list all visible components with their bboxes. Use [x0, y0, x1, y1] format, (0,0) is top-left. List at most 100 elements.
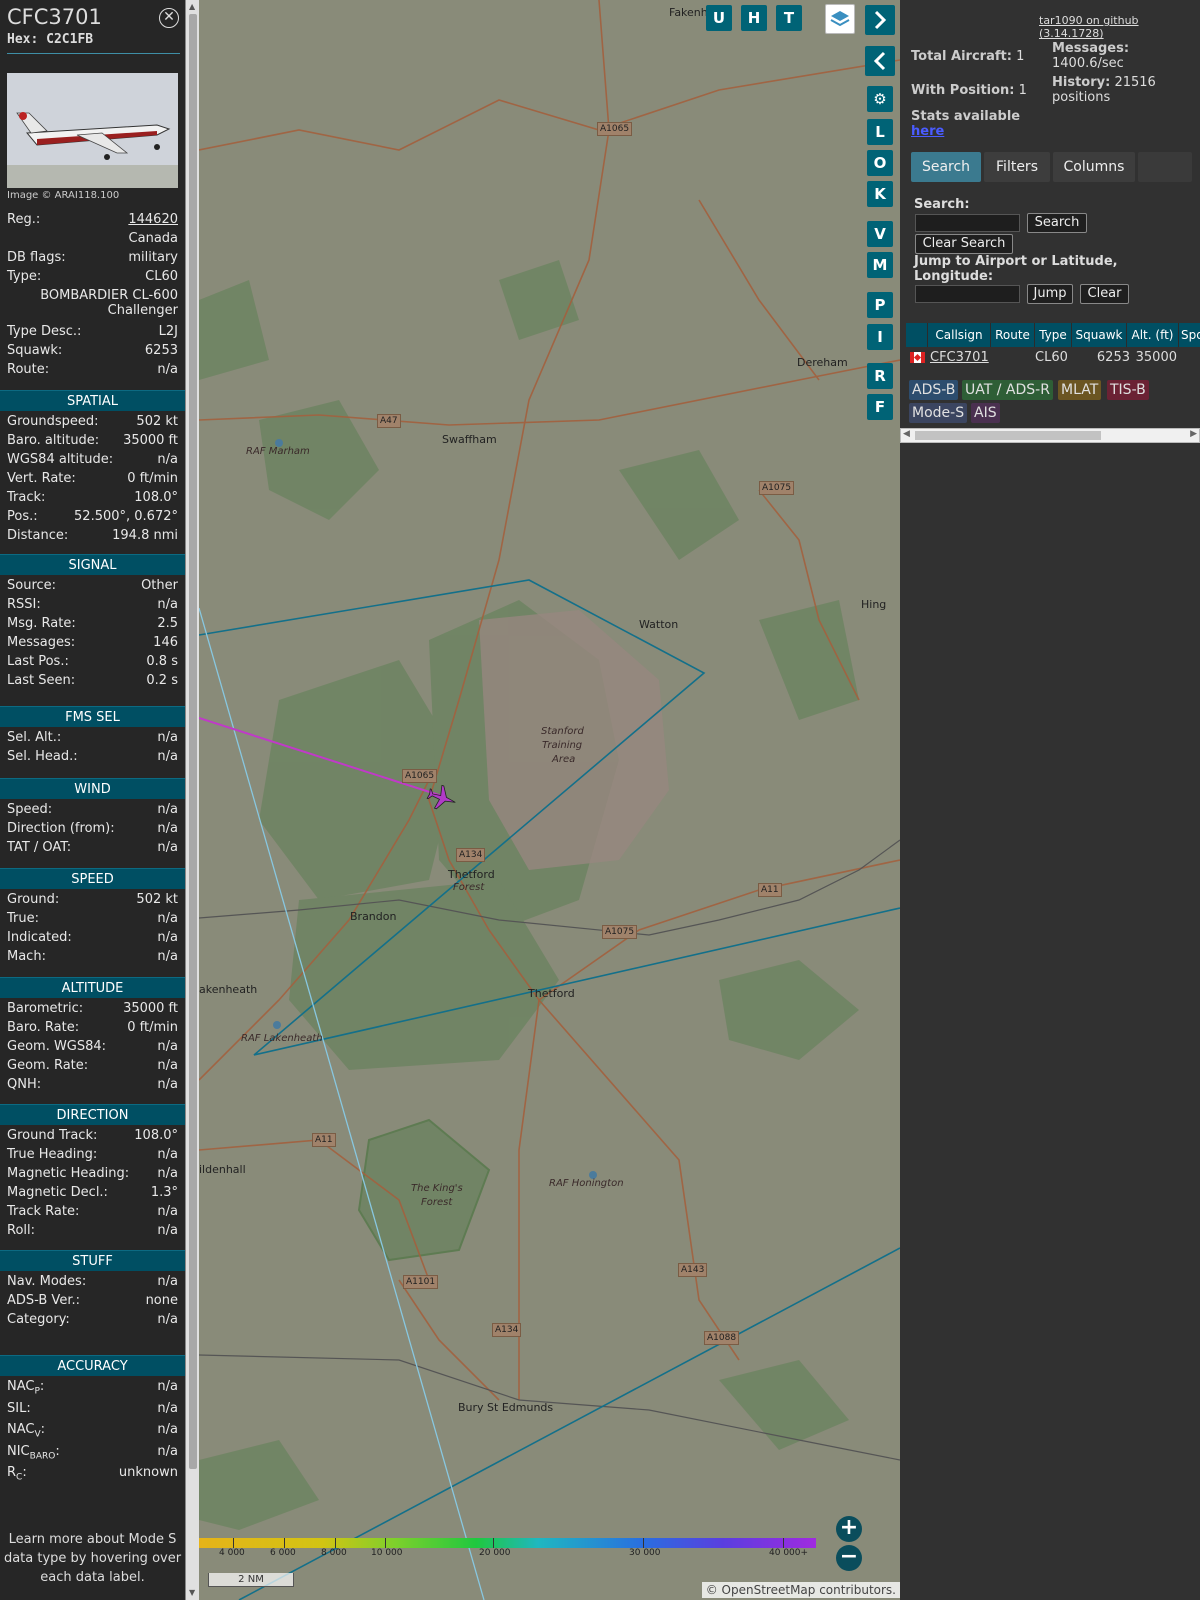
- column-header-route[interactable]: Route: [991, 323, 1035, 347]
- left-panel-scrollbar[interactable]: ▲ ▼: [185, 0, 199, 1600]
- scrollbar-thumb[interactable]: [189, 14, 197, 1469]
- section-header-signal[interactable]: SIGNAL: [0, 554, 185, 575]
- map-button-i[interactable]: I: [867, 324, 893, 350]
- row-squawk: 6253: [1096, 350, 1130, 365]
- gear-icon[interactable]: ⚙: [867, 86, 893, 112]
- learn-more-text: Learn more about Mode S data type by hov…: [3, 1532, 182, 1585]
- info-value: 1.3°: [150, 1185, 178, 1200]
- map-button-r[interactable]: R: [867, 363, 893, 389]
- info-row: Ground: 502 kt: [7, 892, 178, 911]
- source-badge-tis-b[interactable]: TIS-B: [1107, 380, 1149, 400]
- map-road-label: A1088: [704, 1331, 740, 1345]
- section-header-direction[interactable]: DIRECTION: [0, 1104, 185, 1125]
- layers-icon[interactable]: [825, 4, 855, 34]
- scroll-up-icon[interactable]: ▲: [189, 2, 195, 11]
- map-button-p[interactable]: P: [867, 292, 893, 318]
- scroll-down-icon[interactable]: ▼: [189, 1588, 195, 1597]
- map-button-o[interactable]: O: [867, 150, 893, 176]
- tab-search[interactable]: Search: [911, 152, 981, 182]
- section-header-stuff[interactable]: STUFF: [0, 1250, 185, 1271]
- map-place-label: Stanford: [541, 726, 584, 737]
- map-place-label: Brandon: [350, 910, 397, 923]
- map-button-u[interactable]: U: [706, 5, 732, 31]
- info-label: Direction (from):: [7, 821, 115, 836]
- tab-filters[interactable]: Filters: [984, 152, 1050, 182]
- map-button-v[interactable]: V: [867, 221, 893, 247]
- column-header-squawk[interactable]: Squawk: [1072, 323, 1127, 347]
- info-row: Nav. Modes: n/a: [7, 1274, 178, 1293]
- info-value: n/a: [157, 749, 178, 764]
- info-row: Source: Other: [7, 578, 178, 597]
- source-badge-ais[interactable]: AIS: [971, 403, 1000, 423]
- clear-search-button[interactable]: Clear Search: [915, 234, 1013, 254]
- map-place-label: RAF Marham: [246, 446, 310, 457]
- column-header-flag[interactable]: [906, 323, 928, 347]
- map-button-h[interactable]: H: [741, 5, 767, 31]
- collapse-left-icon[interactable]: [865, 46, 895, 76]
- column-header-callsign[interactable]: Callsign: [928, 323, 991, 347]
- map-button-l[interactable]: L: [867, 119, 893, 145]
- column-header-type[interactable]: Type: [1035, 323, 1072, 347]
- info-label: QNH:: [7, 1077, 42, 1092]
- info-value: n/a: [157, 802, 178, 817]
- scroll-right-icon[interactable]: ▶: [1190, 429, 1197, 439]
- map-place-label: Swaffham: [442, 433, 497, 446]
- info-value: n/a: [157, 1077, 178, 1092]
- scrollbar-thumb[interactable]: [915, 431, 1101, 440]
- table-horizontal-scrollbar[interactable]: ◀ ▶: [900, 428, 1200, 443]
- github-link[interactable]: tar1090 on github (3.14.1728): [1039, 14, 1200, 40]
- section-header-altitude[interactable]: ALTITUDE: [0, 977, 185, 998]
- expand-right-icon[interactable]: [865, 5, 895, 35]
- info-value: n/a: [157, 1147, 178, 1162]
- info-row: Baro. Rate: 0 ft/min: [7, 1020, 178, 1039]
- map-button-f[interactable]: F: [867, 394, 893, 420]
- row-callsign[interactable]: CFC3701: [930, 350, 989, 366]
- stats-link[interactable]: here: [911, 124, 944, 139]
- map-button-k[interactable]: K: [867, 181, 893, 207]
- column-header-speed[interactable]: Spd: [1179, 323, 1200, 347]
- search-button[interactable]: Search: [1027, 213, 1087, 233]
- section-header-fms[interactable]: FMS SEL: [0, 706, 185, 727]
- source-badge-ads-b[interactable]: ADS-B: [909, 380, 959, 400]
- clear-button[interactable]: Clear: [1080, 284, 1129, 304]
- section-header-accuracy[interactable]: ACCURACY: [0, 1355, 185, 1376]
- column-header-altitude[interactable]: Alt. (ft): [1127, 323, 1179, 347]
- section-header-wind[interactable]: WIND: [0, 778, 185, 799]
- info-value: 0 ft/min: [127, 1020, 178, 1035]
- jump-input[interactable]: [915, 285, 1020, 303]
- map-place-label: Forest: [453, 882, 485, 893]
- map-road-label: A1065: [597, 122, 633, 136]
- tab-columns[interactable]: Columns: [1053, 152, 1135, 182]
- info-value: 52.500°, 0.672°: [74, 509, 178, 524]
- info-value[interactable]: 144620: [128, 212, 178, 227]
- info-label: Geom. Rate:: [7, 1058, 89, 1073]
- search-input[interactable]: [915, 214, 1020, 232]
- source-badge-uat-ads-r[interactable]: UAT / ADS-R: [962, 380, 1053, 400]
- scroll-left-icon[interactable]: ◀: [903, 429, 910, 439]
- info-row: NACP: n/a: [7, 1379, 178, 1398]
- info-value: n/a: [157, 1444, 178, 1459]
- map-view[interactable]: Fakenham Swaffham Dereham Watton Hing Stanfor…: [199, 0, 900, 1600]
- close-icon[interactable]: ✕: [159, 8, 179, 28]
- jump-button[interactable]: Jump: [1027, 284, 1073, 304]
- info-row: Category: n/a: [7, 1312, 178, 1331]
- info-row: Last Pos.: 0.8 s: [7, 654, 178, 673]
- info-value: n/a: [157, 1039, 178, 1054]
- map-button-t[interactable]: T: [776, 5, 802, 31]
- zoom-in-button[interactable]: +: [836, 1516, 862, 1542]
- info-value: unknown: [118, 1465, 178, 1480]
- map-button-m[interactable]: M: [867, 252, 893, 278]
- info-row: Geom. WGS84: n/a: [7, 1039, 178, 1058]
- zoom-out-button[interactable]: −: [836, 1545, 862, 1571]
- table-row[interactable]: CFC3701 CL60 6253 35000: [906, 347, 1200, 369]
- aircraft-photo[interactable]: [7, 73, 178, 188]
- info-row: Vert. Rate: 0 ft/min: [7, 471, 178, 490]
- section-header-spatial[interactable]: SPATIAL: [0, 390, 185, 411]
- section-header-speed[interactable]: SPEED: [0, 868, 185, 889]
- info-value: none: [145, 1293, 178, 1308]
- source-badge-mode-s[interactable]: Mode-S: [909, 403, 968, 423]
- map-place-label: Thetford: [528, 987, 575, 1000]
- legend-tick: [783, 1538, 784, 1548]
- source-badge-mlat[interactable]: MLAT: [1058, 380, 1102, 400]
- info-label: Source:: [7, 578, 57, 593]
